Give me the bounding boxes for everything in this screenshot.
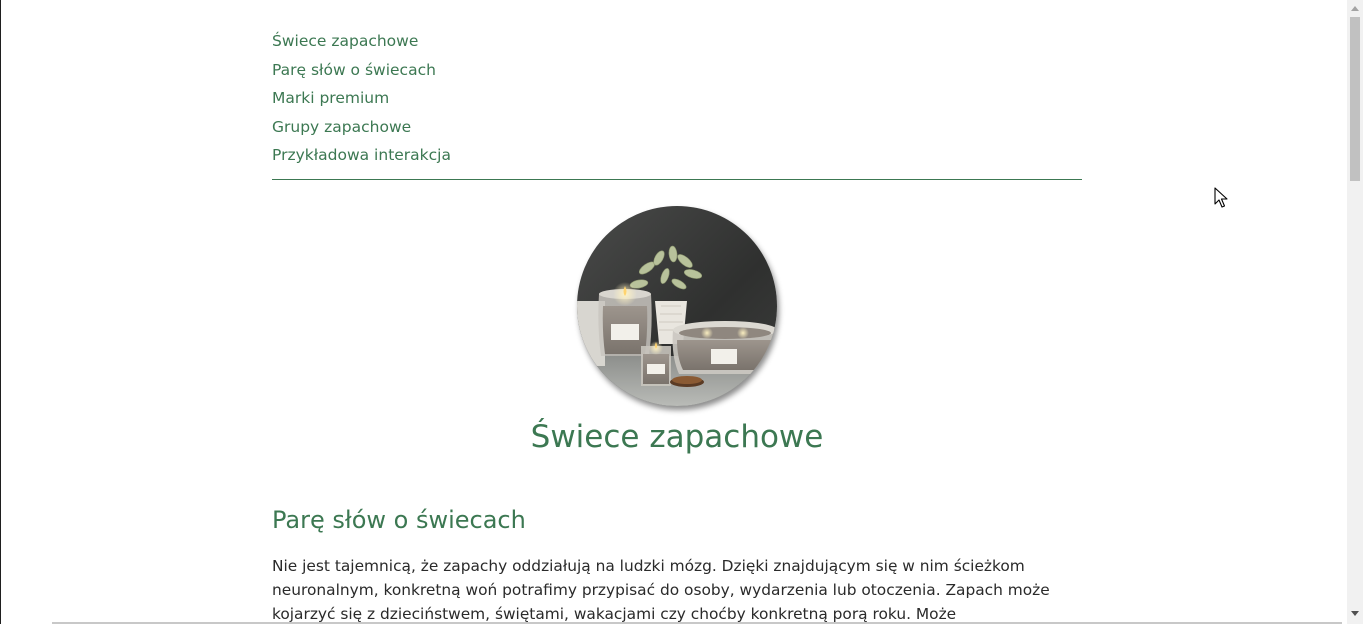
toc-item: Przykładowa interakcja xyxy=(272,144,451,173)
toc-link-marki-premium[interactable]: Marki premium xyxy=(272,89,389,107)
toc-item: Świece zapachowe xyxy=(272,30,451,59)
candles-hero-image xyxy=(577,206,777,406)
toc-link-przykladowa-interakcja[interactable]: Przykładowa interakcja xyxy=(272,146,451,164)
section-heading: Parę słów o świecach xyxy=(272,506,526,534)
vertical-scrollbar[interactable] xyxy=(1347,0,1363,624)
chevron-down-icon[interactable] xyxy=(1347,606,1363,622)
toc-link-swiece-zapachowe[interactable]: Świece zapachowe xyxy=(272,32,418,50)
table-of-contents: Świece zapachowe Parę słów o świecach Ma… xyxy=(272,30,451,173)
arrow-cursor-icon xyxy=(1214,187,1228,209)
page-title: Świece zapachowe xyxy=(530,419,824,455)
scrollbar-thumb[interactable] xyxy=(1350,17,1360,181)
window-left-edge xyxy=(0,0,1,624)
section-paragraph: Nie jest tajemnicą, że zapachy oddziałuj… xyxy=(272,557,1050,623)
toc-item: Parę słów o świecach xyxy=(272,59,451,88)
toc-link-grupy-zapachowe[interactable]: Grupy zapachowe xyxy=(272,118,411,136)
toc-item: Grupy zapachowe xyxy=(272,116,451,145)
toc-link-pare-slow[interactable]: Parę słów o świecach xyxy=(272,61,436,79)
toc-divider xyxy=(272,179,1082,180)
chevron-up-icon[interactable] xyxy=(1347,0,1363,16)
candles-illustration xyxy=(577,206,777,406)
toc-item: Marki premium xyxy=(272,87,451,116)
